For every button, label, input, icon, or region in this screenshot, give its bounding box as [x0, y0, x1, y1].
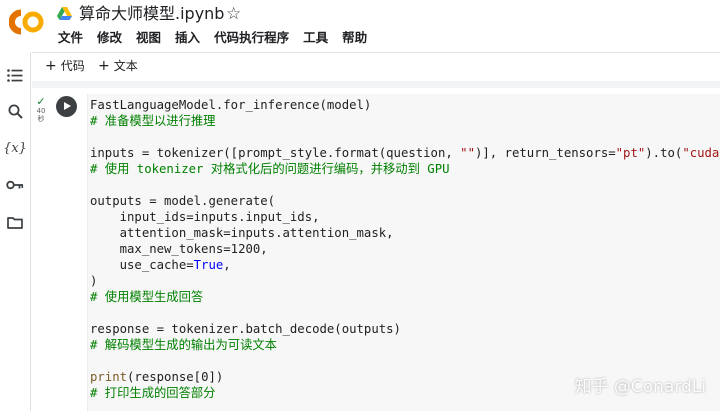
code-comment-2: # 使用 tokenizer 对格式化后的问题进行编码，并移动到 GPU — [90, 162, 450, 176]
files-folder-icon[interactable] — [4, 211, 26, 233]
code-comment-4: # 解码模型生成的输出为可读文本 — [90, 338, 277, 352]
menu-view[interactable]: 视图 — [136, 30, 161, 46]
toolbar-divider — [32, 81, 720, 88]
plus-icon: + — [98, 58, 110, 74]
plus-icon: + — [45, 58, 57, 74]
code-line-3: inputs = tokenizer([prompt_style.format(… — [90, 146, 720, 160]
variables-icon[interactable]: {x} — [3, 137, 27, 159]
check-icon: ✓ — [36, 95, 46, 108]
code-comment-5: # 打印生成的回答部分 — [90, 386, 216, 400]
menu-tools[interactable]: 工具 — [303, 30, 328, 46]
left-sidebar: {x} — [0, 52, 31, 411]
code-line-8: max_new_tokens=1200, — [90, 242, 268, 256]
code-comment-3: # 使用模型生成回答 — [90, 290, 204, 304]
menu-help[interactable]: 帮助 — [342, 30, 367, 46]
execution-time-unit: 秒 — [37, 115, 45, 123]
execution-status: ✓ 40 秒 — [34, 96, 48, 123]
code-line-9: use_cache=True, — [90, 258, 231, 272]
code-line-14: print(response[0]) — [90, 370, 224, 384]
code-line-12: response = tokenizer.batch_decode(output… — [90, 322, 401, 336]
code-line-7: attention_mask=inputs.attention_mask, — [90, 226, 394, 240]
code-cell[interactable]: ✓ 40 秒 FastLanguageModel.for_inference(m… — [32, 88, 720, 411]
add-code-cell-button[interactable]: + 代码 — [45, 59, 85, 74]
google-drive-icon[interactable] — [57, 7, 72, 21]
code-line-6: input_ids=inputs.input_ids, — [90, 210, 320, 224]
notebook-title[interactable]: 算命大师模型.ipynb — [79, 4, 224, 24]
search-icon[interactable] — [4, 100, 26, 122]
secrets-key-icon[interactable] — [4, 174, 26, 196]
notebook-toolbar: + 代码 + 文本 — [32, 52, 720, 81]
code-editor[interactable]: FastLanguageModel.for_inference(model) #… — [87, 94, 720, 411]
app-header: 算命大师模型.ipynb ☆ 文件 修改 视图 插入 代码执行程序 工具 帮助 — [0, 0, 720, 52]
code-line-10: ) — [90, 274, 98, 288]
colab-logo[interactable] — [9, 9, 45, 35]
menu-edit[interactable]: 修改 — [97, 30, 122, 46]
watermark: 知乎 @ConardLi — [574, 377, 706, 397]
star-icon[interactable]: ☆ — [226, 4, 241, 24]
execution-time: 40 — [36, 107, 46, 115]
menu-insert[interactable]: 插入 — [175, 30, 200, 46]
menu-bar: 文件 修改 视图 插入 代码执行程序 工具 帮助 — [58, 30, 381, 46]
code-comment-1: # 准备模型以进行推理 — [90, 114, 216, 128]
menu-runtime[interactable]: 代码执行程序 — [214, 30, 289, 46]
table-of-contents-icon[interactable] — [4, 64, 26, 86]
code-line-5: outputs = model.generate( — [90, 194, 276, 208]
menu-file[interactable]: 文件 — [58, 30, 83, 46]
run-cell-button[interactable] — [56, 96, 77, 117]
code-line-1: FastLanguageModel.for_inference(model) — [90, 98, 372, 112]
add-text-cell-button[interactable]: + 文本 — [98, 59, 138, 74]
